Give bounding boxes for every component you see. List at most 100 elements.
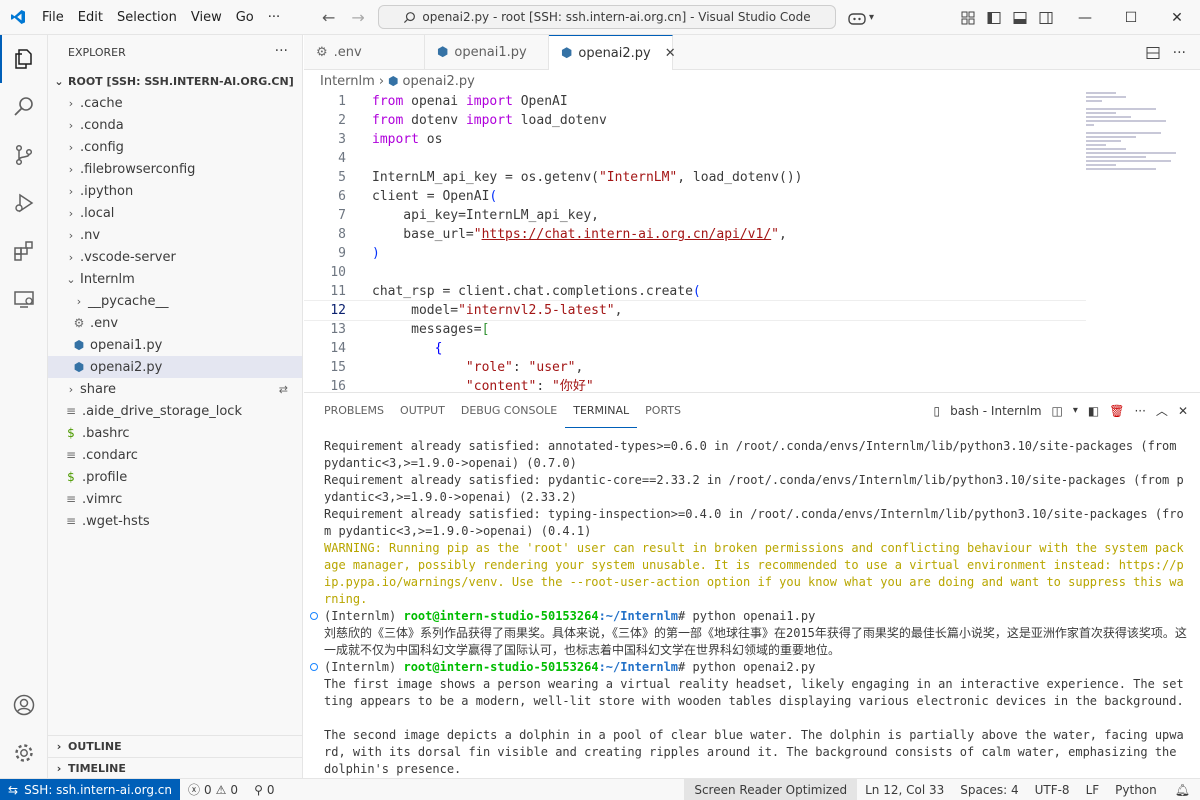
status-bar: ⇆ SSH: ssh.intern-ai.org.cn ⓧ 0 ⚠ 0 ⚲ 0 … bbox=[0, 778, 1200, 800]
indentation[interactable]: Spaces: 4 bbox=[952, 779, 1026, 800]
timeline-section[interactable]: › TIMELINE bbox=[48, 757, 303, 779]
workspace-root[interactable]: ⌄ ROOT [SSH: SSH.INTERN-AI.ORG.CN] bbox=[48, 70, 302, 92]
tab-openai2[interactable]: ⬢ openai2.py ✕ bbox=[549, 35, 676, 70]
menu-view[interactable]: View bbox=[184, 0, 229, 35]
more-actions-icon[interactable]: ··· bbox=[1134, 404, 1145, 418]
tree-item-label: .wget-hsts bbox=[82, 513, 150, 529]
tree-item[interactable]: ≡ .condarc bbox=[48, 444, 302, 466]
tree-item-label: .nv bbox=[80, 227, 101, 243]
tree-item[interactable]: › .ipython bbox=[48, 180, 302, 202]
end-of-line[interactable]: LF bbox=[1078, 779, 1108, 800]
back-arrow-icon[interactable]: ← bbox=[322, 8, 335, 27]
tab-problems[interactable]: PROBLEMS bbox=[316, 393, 392, 428]
maximize-icon[interactable]: ☐ bbox=[1108, 0, 1154, 35]
outline-section[interactable]: › OUTLINE bbox=[48, 735, 303, 757]
search-icon[interactable] bbox=[0, 83, 48, 131]
settings-gear-icon[interactable] bbox=[0, 729, 48, 777]
forward-arrow-icon[interactable]: → bbox=[351, 8, 364, 27]
new-terminal-icon[interactable]: ◧ bbox=[1088, 404, 1099, 418]
menu-bar: File Edit Selection View Go ··· bbox=[35, 0, 287, 35]
ports-indicator[interactable]: ⚲ 0 bbox=[246, 779, 282, 800]
cursor-position[interactable]: Ln 12, Col 33 bbox=[857, 779, 952, 800]
tree-item[interactable]: › .config bbox=[48, 136, 302, 158]
tree-item[interactable]: $ .bashrc bbox=[48, 422, 302, 444]
window-controls: — ☐ ✕ bbox=[1062, 0, 1200, 35]
tree-item[interactable]: $ .profile bbox=[48, 466, 302, 488]
warning-count: 0 bbox=[230, 782, 239, 797]
explorer-icon[interactable] bbox=[0, 35, 48, 83]
tree-item[interactable]: › .nv bbox=[48, 224, 302, 246]
tree-item-label: __pycache__ bbox=[88, 293, 169, 309]
toggle-panel-icon[interactable] bbox=[1012, 10, 1028, 26]
close-window-icon[interactable]: ✕ bbox=[1154, 0, 1200, 35]
split-terminal-icon[interactable]: ◫ bbox=[1052, 404, 1063, 418]
code-line: 7 api_key=InternLM_api_key, bbox=[338, 208, 599, 223]
code-line: 13 messages=[ bbox=[330, 322, 490, 337]
toggle-secondary-sidebar-icon[interactable] bbox=[1038, 10, 1054, 26]
breadcrumb-folder[interactable]: Internlm bbox=[320, 74, 375, 89]
tree-item[interactable]: › share ⇄ bbox=[48, 378, 302, 400]
tree-item[interactable]: › .vscode-server bbox=[48, 246, 302, 268]
tree-item[interactable]: ⌄ Internlm bbox=[48, 268, 302, 290]
menu-file[interactable]: File bbox=[35, 0, 71, 35]
tree-item[interactable]: ⬢ openai2.py bbox=[48, 356, 302, 378]
tab-debug-console[interactable]: DEBUG CONSOLE bbox=[453, 393, 565, 428]
chevron-right-icon: › bbox=[68, 96, 74, 110]
tab-env[interactable]: ⚙ .env bbox=[304, 35, 425, 70]
maximize-panel-icon[interactable]: ︿ bbox=[1156, 402, 1168, 419]
tree-item[interactable]: › .filebrowserconfig bbox=[48, 158, 302, 180]
close-panel-icon[interactable]: ✕ bbox=[1178, 404, 1188, 418]
remote-indicator[interactable]: ⇆ SSH: ssh.intern-ai.org.cn bbox=[0, 778, 180, 800]
tree-item[interactable]: ⬢ openai1.py bbox=[48, 334, 302, 356]
tree-item[interactable]: › .local bbox=[48, 202, 302, 224]
run-debug-icon[interactable] bbox=[0, 179, 48, 227]
screen-reader-mode[interactable]: Screen Reader Optimized bbox=[684, 779, 858, 800]
notifications-bell-icon[interactable]: 🔔︎ bbox=[1165, 779, 1200, 800]
copilot-icon[interactable]: ▾ bbox=[847, 0, 874, 35]
trash-icon[interactable]: 🗑 bbox=[1109, 404, 1124, 418]
python-icon: ⬢ bbox=[561, 45, 573, 61]
close-icon[interactable]: ✕ bbox=[665, 46, 676, 61]
menu-selection[interactable]: Selection bbox=[110, 0, 184, 35]
remote-explorer-icon[interactable] bbox=[0, 275, 48, 323]
customize-layout-icon[interactable] bbox=[960, 10, 976, 26]
minimap[interactable] bbox=[1086, 92, 1186, 392]
toggle-sidebar-icon[interactable] bbox=[986, 10, 1002, 26]
more-actions-icon[interactable]: ··· bbox=[275, 43, 288, 59]
remote-label: SSH: ssh.intern-ai.org.cn bbox=[24, 782, 172, 797]
tree-item[interactable]: › .cache bbox=[48, 92, 302, 114]
accounts-icon[interactable] bbox=[0, 681, 48, 729]
problems-indicator[interactable]: ⓧ 0 ⚠ 0 bbox=[180, 779, 246, 800]
language-mode[interactable]: Python bbox=[1107, 779, 1165, 800]
terminal-output[interactable]: Requirement already satisfied: annotated… bbox=[310, 438, 1188, 795]
tab-openai1[interactable]: ⬢ openai1.py bbox=[425, 35, 549, 70]
split-editor-icon[interactable] bbox=[1145, 45, 1161, 61]
code-line-current: 12 model="internvl2.5-latest", bbox=[304, 300, 1086, 321]
chevron-right-icon: › bbox=[378, 73, 385, 89]
remote-icon: ⇆ bbox=[8, 782, 19, 797]
terminal-name[interactable]: bash - Internlm bbox=[950, 404, 1041, 418]
menu-edit[interactable]: Edit bbox=[71, 0, 110, 35]
tree-item[interactable]: ≡ .vimrc bbox=[48, 488, 302, 510]
extensions-icon[interactable] bbox=[0, 227, 48, 275]
source-control-icon[interactable] bbox=[0, 131, 48, 179]
more-actions-icon[interactable]: ··· bbox=[1173, 45, 1186, 61]
tab-ports[interactable]: PORTS bbox=[637, 393, 689, 428]
tree-item[interactable]: ⚙ .env bbox=[48, 312, 302, 334]
encoding[interactable]: UTF-8 bbox=[1027, 779, 1078, 800]
tree-item[interactable]: › .conda bbox=[48, 114, 302, 136]
chevron-down-icon[interactable]: ▾ bbox=[869, 12, 874, 23]
menu-go[interactable]: Go bbox=[229, 0, 261, 35]
chevron-down-icon[interactable]: ▾ bbox=[1073, 405, 1078, 416]
code-line: 2 from dotenv import load_dotenv bbox=[338, 113, 607, 128]
tree-item[interactable]: ≡ .aide_drive_storage_lock bbox=[48, 400, 302, 422]
tab-output[interactable]: OUTPUT bbox=[392, 393, 453, 428]
command-center[interactable]: openai2.py - root [SSH: ssh.intern-ai.or… bbox=[378, 5, 836, 29]
tab-terminal[interactable]: TERMINAL bbox=[565, 393, 638, 428]
menu-more[interactable]: ··· bbox=[261, 0, 287, 35]
breadcrumb-file[interactable]: openai2.py bbox=[403, 74, 475, 89]
tree-item[interactable]: › __pycache__ bbox=[48, 290, 302, 312]
code-editor[interactable]: 1 from openai import OpenAI 2 from dotenv … bbox=[304, 92, 1086, 392]
minimize-icon[interactable]: — bbox=[1062, 0, 1108, 35]
tree-item[interactable]: ≡ .wget-hsts bbox=[48, 510, 302, 532]
